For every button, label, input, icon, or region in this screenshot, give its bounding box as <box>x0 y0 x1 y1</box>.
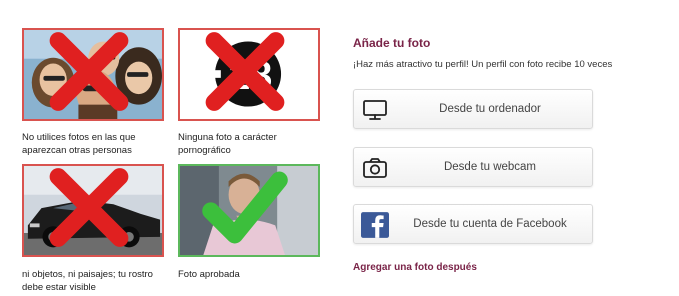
example-photo-group <box>22 28 164 121</box>
tile-caption: No utilices fotos en las que aparezcan o… <box>22 132 136 156</box>
facebook-icon <box>361 212 389 238</box>
option-label: Desde tu cuenta de Facebook <box>413 218 567 230</box>
reject-x-icon <box>49 168 129 247</box>
reject-x-icon <box>49 32 129 111</box>
reject-x-icon <box>205 32 285 111</box>
upload-from-webcam-button[interactable]: Desde tu webcam <box>353 147 593 187</box>
option-label: Desde tu ordenador <box>439 103 541 115</box>
panel-title: Añade tu foto <box>353 36 431 50</box>
approve-check-icon <box>202 171 288 244</box>
panel-subtitle: ¡Haz más atractivo tu perfil! Un perfil … <box>353 59 613 70</box>
option-label: Desde tu webcam <box>443 161 537 173</box>
example-photo-approved <box>178 164 320 257</box>
tile-caption: ni objetos, ni paisajes; tu rostro debe … <box>22 269 153 293</box>
tile-caption: Ninguna foto a carácter pornográfico <box>178 132 277 156</box>
add-photo-later-link[interactable]: Agregar una foto después <box>353 262 477 273</box>
example-photo-adult: 18 <box>178 28 320 121</box>
upload-from-facebook-button[interactable]: Desde tu cuenta de Facebook <box>353 204 593 244</box>
camera-icon <box>363 158 387 178</box>
tile-caption: Foto aprobada <box>178 269 240 280</box>
example-photo-object <box>22 164 164 257</box>
monitor-icon <box>363 100 387 120</box>
upload-from-computer-button[interactable]: Desde tu ordenador <box>353 89 593 129</box>
